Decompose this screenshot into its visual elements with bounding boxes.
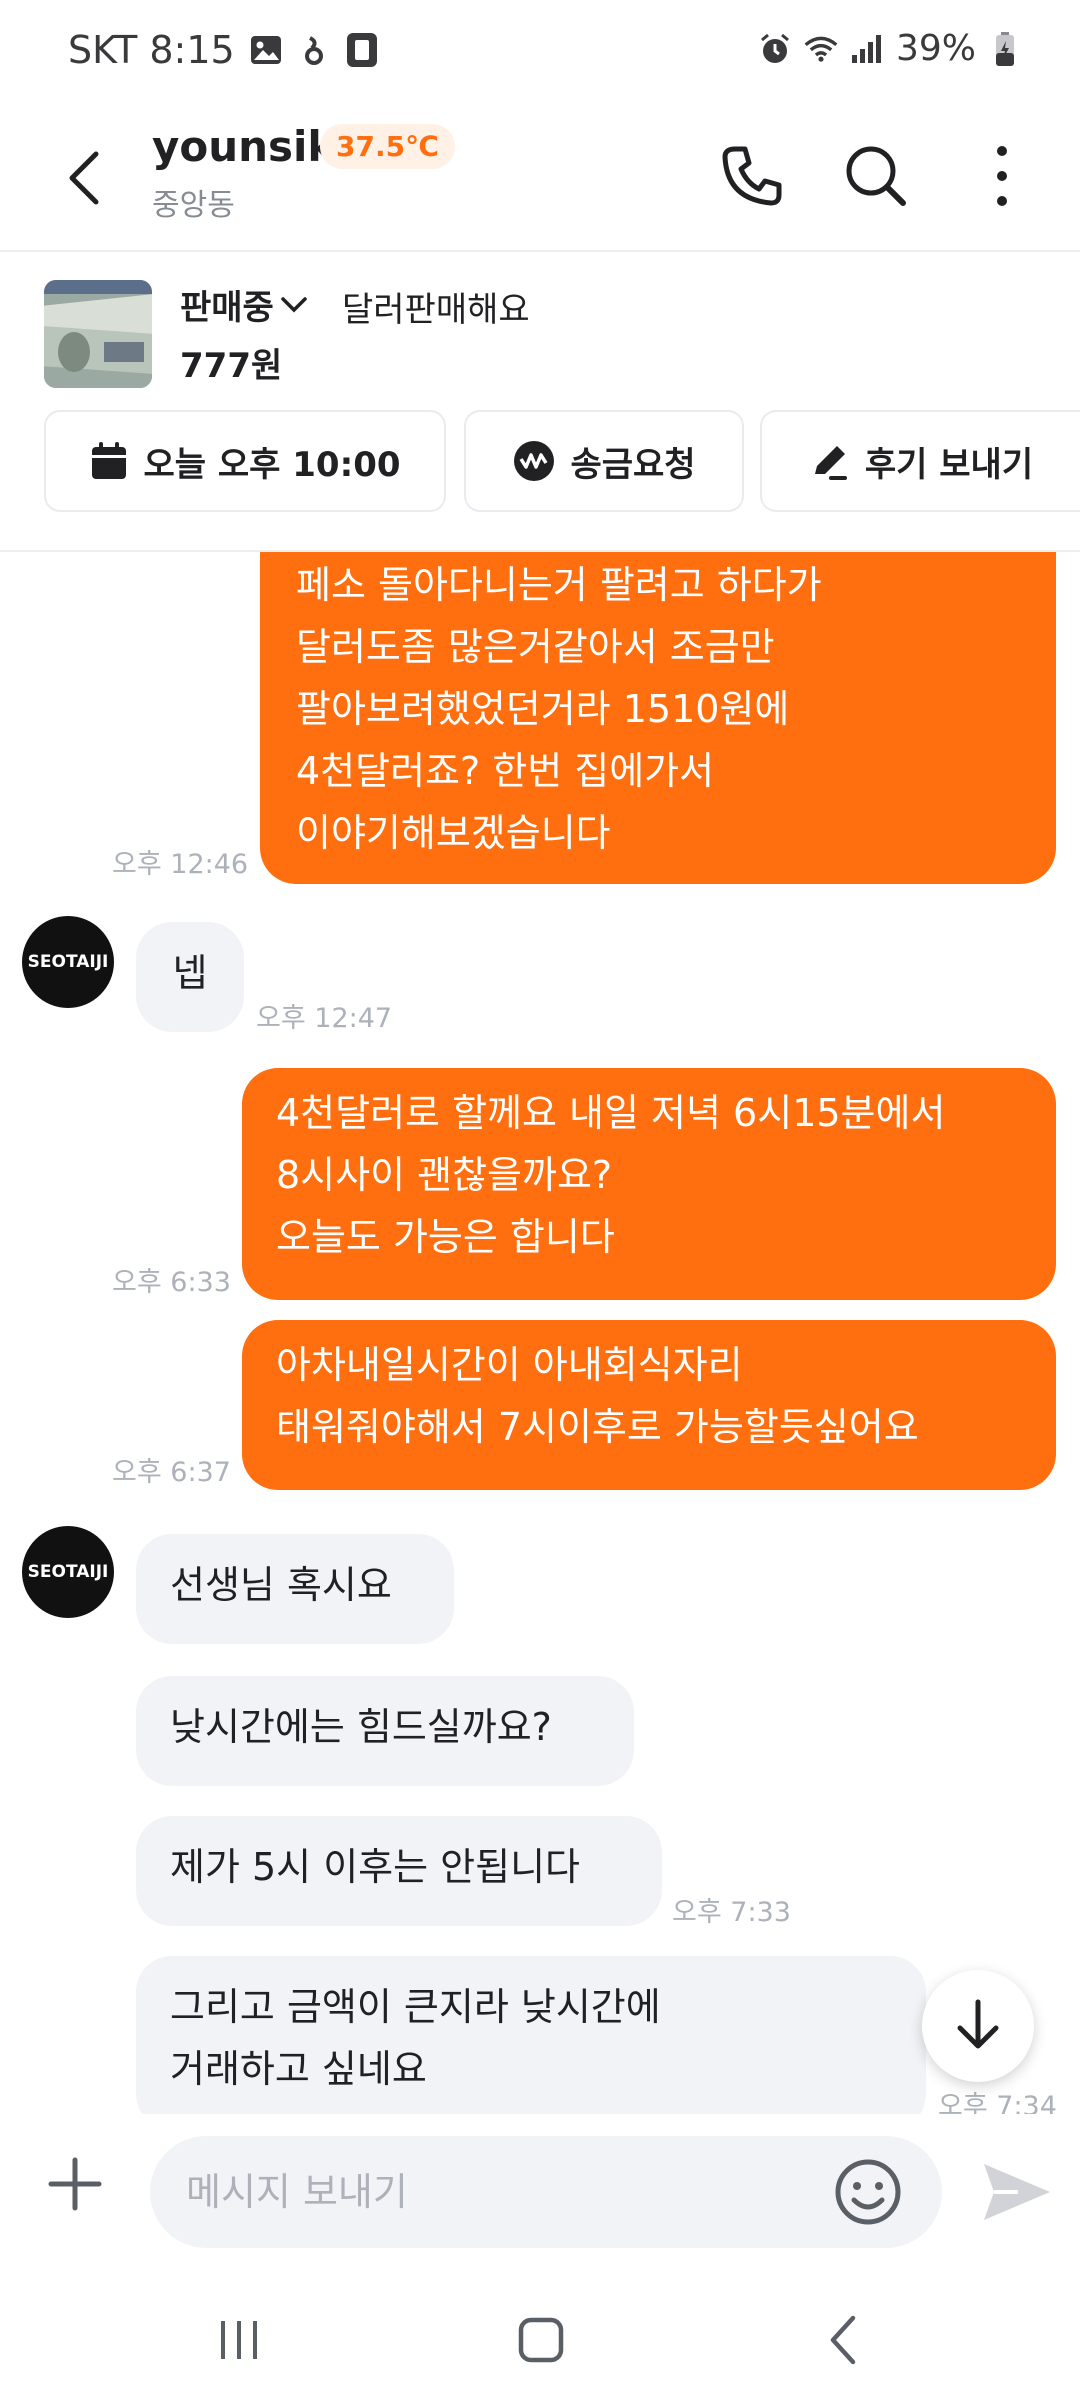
emoji-icon — [835, 2159, 901, 2225]
gallery-icon — [249, 33, 283, 67]
search-icon — [846, 146, 906, 206]
scroll-to-bottom-button[interactable] — [922, 1970, 1034, 2082]
recent-apps-button[interactable] — [194, 2300, 284, 2380]
message-time: 오후 7:34 — [938, 2091, 1057, 2114]
chevron-down-icon — [281, 296, 307, 312]
product-thumbnail[interactable] — [44, 280, 152, 388]
transfer-request-chip[interactable]: 송금요청 — [464, 410, 744, 512]
incoming-message[interactable]: 낮시간에는 힘드실까요? — [136, 1676, 634, 1786]
outgoing-message[interactable]: 아차내일시간이 아내회식자리 태워줘야해서 7시이후로 가능할듯싶어요 — [242, 1320, 1056, 1490]
product-title[interactable]: 달러판매해요 — [342, 282, 530, 331]
battery-icon — [988, 31, 1022, 66]
notification-icon — [297, 33, 331, 67]
message-composer — [0, 2114, 1080, 2270]
transfer-request-label: 송금요청 — [570, 444, 696, 485]
chat-header: younsik 37.5℃ 중앙동 — [0, 108, 1080, 252]
incoming-message[interactable]: 그리고 금액이 큰지라 낮시간에 거래하고 싶네요 — [136, 1956, 926, 2114]
system-back-button[interactable] — [800, 2300, 890, 2380]
message-input[interactable] — [150, 2136, 942, 2248]
avatar[interactable]: SEOTAIJI — [22, 916, 114, 1008]
more-vertical-icon — [997, 146, 1007, 206]
sale-status-dropdown[interactable]: 판매중 — [180, 280, 308, 329]
message-list[interactable]: 페소 돌아다니는거 팔려고 하다가 달러도좀 많은거같아서 조금만 팔아보려했었… — [0, 552, 1080, 2114]
status-bar: SKT 8:15 39% — [0, 0, 1080, 108]
home-button[interactable] — [496, 2300, 586, 2380]
dollar-bill-image — [44, 280, 152, 388]
system-nav-bar — [0, 2270, 1080, 2400]
avatar-label: SEOTAIJI — [27, 952, 109, 972]
user-name[interactable]: younsik — [152, 122, 335, 171]
wifi-icon — [804, 32, 838, 66]
message-time: 오후 7:33 — [672, 1897, 791, 1928]
schedule-label: 오늘 오후 10:00 — [143, 444, 401, 485]
product-bar: 판매중 달러판매해요 777원 오늘 오후 10:00 송금요청 후기 보내기 — [0, 252, 1080, 552]
message-time: 오후 6:33 — [112, 1267, 231, 1298]
back-button[interactable] — [52, 138, 122, 218]
plus-icon — [48, 2157, 102, 2211]
user-location: 중앙동 — [152, 188, 235, 223]
outgoing-message[interactable]: 페소 돌아다니는거 팔려고 하다가 달러도좀 많은거같아서 조금만 팔아보려했었… — [260, 552, 1056, 884]
pencil-icon — [814, 446, 847, 480]
arrow-down-icon — [957, 1999, 999, 2049]
send-button[interactable] — [974, 2150, 1058, 2234]
schedule-chip[interactable]: 오늘 오후 10:00 — [44, 410, 446, 512]
pay-icon — [514, 441, 555, 481]
signal-icon — [850, 32, 884, 66]
outgoing-message[interactable]: 4천달러로 할께요 내일 저녁 6시15분에서 8시사이 괜찮을까요? 오늘도 … — [242, 1068, 1056, 1300]
incoming-message[interactable]: 선생님 혹시요 — [136, 1534, 454, 1644]
send-review-chip[interactable]: 후기 보내기 — [760, 410, 1080, 512]
incoming-message[interactable]: 제가 5시 이후는 안됩니다 — [136, 1816, 662, 1926]
phone-call-icon — [722, 146, 782, 206]
message-time: 오후 6:37 — [112, 1457, 231, 1488]
alarm-icon — [758, 32, 792, 66]
emoji-button[interactable] — [830, 2154, 906, 2230]
avatar[interactable]: SEOTAIJI — [22, 1526, 114, 1618]
attach-button[interactable] — [40, 2144, 110, 2224]
search-button[interactable] — [836, 136, 916, 216]
home-icon — [518, 2317, 564, 2363]
call-button[interactable] — [712, 136, 792, 216]
message-time: 오후 12:47 — [256, 1003, 393, 1034]
product-price: 777원 — [180, 346, 283, 386]
send-review-label: 후기 보내기 — [864, 444, 1034, 485]
back-chevron-icon — [830, 2315, 856, 2365]
incoming-message[interactable]: 넵 — [136, 922, 244, 1032]
more-options-button[interactable] — [962, 136, 1042, 216]
message-time: 오후 12:46 — [112, 849, 249, 880]
battery-percent: 39% — [895, 28, 976, 69]
phone-icon — [345, 33, 379, 67]
manner-temperature-badge: 37.5℃ — [320, 124, 455, 169]
carrier-time: SKT 8:15 — [68, 28, 235, 72]
calendar-icon — [92, 442, 127, 479]
sale-status: 판매중 — [180, 288, 274, 328]
send-icon — [984, 2164, 1050, 2220]
avatar-label: SEOTAIJI — [27, 1562, 109, 1582]
back-arrow-icon — [69, 151, 99, 205]
recent-apps-icon — [221, 2321, 257, 2359]
